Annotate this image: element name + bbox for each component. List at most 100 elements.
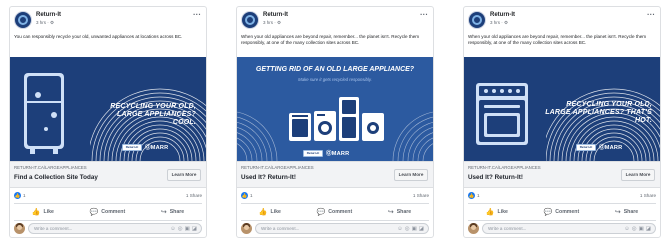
comment-tools: ☺ ◎ ▣ ◪	[170, 225, 197, 233]
comment-button[interactable]: 💬 Comment	[544, 208, 580, 216]
post-actions: 👍 Like 💬 Comment ↪ Share	[468, 206, 656, 218]
reactions-bar: 👍 1 1 Share	[468, 192, 656, 200]
share-count[interactable]: 1 Share	[413, 193, 429, 198]
thumbs-up-icon: 👍	[31, 209, 41, 216]
post-time[interactable]: 3 hrs · ⚙	[263, 20, 281, 26]
user-avatar[interactable]	[468, 223, 479, 234]
share-label: Share	[169, 209, 185, 215]
page-avatar[interactable]	[468, 11, 486, 29]
link-headline[interactable]: Used It? Return-It!	[241, 174, 296, 181]
post-card-2: Return-It 3 hrs · ⚙ ··· When your old ap…	[236, 6, 434, 238]
sticker-icon[interactable]: ◪	[419, 225, 424, 233]
comment-input[interactable]: Write a comment... ☺ ◎ ▣ ◪	[255, 223, 429, 234]
post-actions: 👍 Like 💬 Comment ↪ Share	[14, 206, 202, 218]
like-button[interactable]: 👍 Like	[486, 208, 508, 216]
link-preview[interactable]: RETURN-IT.CA/LARGEAPPLIANCES Used It? Re…	[237, 161, 433, 188]
like-reaction-icon[interactable]: 👍	[14, 192, 21, 199]
ad-headline: RECYCLING YOUR OLD, LARGE APPLIANCES? TH…	[545, 101, 652, 124]
return-it-badge: Return-It	[303, 149, 323, 157]
camera-icon[interactable]: ◎	[178, 225, 183, 233]
ad-image[interactable]: GETTING RID OF AN OLD LARGE APPLIANCE? M…	[237, 57, 433, 161]
post-header: Return-It 3 hrs · ⚙ ···	[241, 11, 429, 31]
like-count[interactable]: 1	[23, 193, 26, 198]
share-arrow-icon: ↪	[614, 209, 621, 216]
gif-icon[interactable]: ▣	[185, 225, 190, 233]
post-text: When your old appliances are beyond repa…	[468, 34, 647, 45]
more-dots-icon[interactable]: ···	[647, 11, 655, 19]
post-card-3: Return-It 3 hrs · ⚙ ··· When your old ap…	[463, 6, 661, 238]
post-time[interactable]: 3 hrs · ⚙	[36, 20, 54, 26]
reactions-bar: 👍 1 1 Share	[241, 192, 429, 200]
marr-logo: ⓄMARR	[145, 145, 169, 151]
comment-input[interactable]: Write a comment... ☺ ◎ ▣ ◪	[482, 223, 656, 234]
speech-bubble-icon: 💬	[89, 209, 99, 216]
comment-input[interactable]: Write a comment... ☺ ◎ ▣ ◪	[28, 223, 202, 234]
link-headline[interactable]: Find a Collection Site Today	[14, 174, 98, 181]
return-it-badge: Return-It	[122, 143, 142, 151]
speech-bubble-icon: 💬	[316, 209, 326, 216]
share-label: Share	[396, 209, 412, 215]
page-avatar[interactable]	[14, 11, 32, 29]
post-header: Return-It 3 hrs · ⚙ ···	[468, 11, 656, 31]
like-reaction-icon[interactable]: 👍	[241, 192, 248, 199]
gif-icon[interactable]: ▣	[639, 225, 644, 233]
share-button[interactable]: ↪ Share	[615, 208, 638, 216]
learn-more-button[interactable]: Learn More	[621, 169, 655, 181]
comment-button[interactable]: 💬 Comment	[90, 208, 126, 216]
post-time[interactable]: 3 hrs · ⚙	[490, 20, 508, 26]
emoji-icon[interactable]: ☺	[624, 225, 630, 233]
like-count[interactable]: 1	[477, 193, 480, 198]
link-preview[interactable]: RETURN-IT.CA/LARGEAPPLIANCES Used It? Re…	[464, 161, 660, 188]
like-count[interactable]: 1	[250, 193, 253, 198]
learn-more-button[interactable]: Learn More	[167, 169, 201, 181]
fridge-icon	[24, 73, 64, 154]
ad-headline: RECYCLING YOUR OLD, LARGE APPLIANCES? CO…	[110, 103, 196, 126]
reactions-bar: 👍 1 1 Share	[14, 192, 202, 200]
brand-logos: Return-It ⓄMARR	[122, 143, 168, 151]
comment-composer: Write a comment... ☺ ◎ ▣ ◪	[241, 223, 429, 235]
page-name[interactable]: Return-It	[490, 12, 515, 18]
page-name[interactable]: Return-It	[263, 12, 288, 18]
sticker-icon[interactable]: ◪	[192, 225, 197, 233]
like-label: Like	[270, 209, 281, 215]
ad-image[interactable]: RECYCLING YOUR OLD, LARGE APPLIANCES? TH…	[464, 57, 660, 161]
speech-bubble-icon: 💬	[543, 209, 553, 216]
share-label: Share	[623, 209, 639, 215]
share-button[interactable]: ↪ Share	[161, 208, 184, 216]
gif-icon[interactable]: ▣	[412, 225, 417, 233]
emoji-icon[interactable]: ☺	[170, 225, 176, 233]
like-reaction-icon[interactable]: 👍	[468, 192, 475, 199]
learn-more-button[interactable]: Learn More	[394, 169, 428, 181]
marr-logo: ⓄMARR	[599, 145, 623, 151]
camera-icon[interactable]: ◎	[632, 225, 637, 233]
link-domain: RETURN-IT.CA/LARGEAPPLIANCES	[468, 165, 541, 170]
more-dots-icon[interactable]: ···	[420, 11, 428, 19]
like-button[interactable]: 👍 Like	[32, 208, 54, 216]
sticker-icon[interactable]: ◪	[646, 225, 651, 233]
ad-image[interactable]: RECYCLING YOUR OLD, LARGE APPLIANCES? CO…	[10, 57, 206, 161]
marr-logo: ⓄMARR	[326, 151, 350, 157]
divider	[14, 203, 202, 204]
ad-subheadline: Make sure it gets recycled responsibly.	[298, 77, 372, 82]
camera-icon[interactable]: ◎	[405, 225, 410, 233]
comment-composer: Write a comment... ☺ ◎ ▣ ◪	[14, 223, 202, 235]
share-count[interactable]: 1 Share	[186, 193, 202, 198]
share-arrow-icon: ↪	[387, 209, 394, 216]
page-name[interactable]: Return-It	[36, 12, 61, 18]
like-button[interactable]: 👍 Like	[259, 208, 281, 216]
page-avatar[interactable]	[241, 11, 259, 29]
comment-composer: Write a comment... ☺ ◎ ▣ ◪	[468, 223, 656, 235]
user-avatar[interactable]	[14, 223, 25, 234]
user-avatar[interactable]	[241, 223, 252, 234]
link-preview[interactable]: RETURN-IT.CA/LARGEAPPLIANCES Find a Coll…	[10, 161, 206, 188]
emoji-icon[interactable]: ☺	[397, 225, 403, 233]
divider	[468, 203, 656, 204]
post-card-1: Return-It 3 hrs · ⚙ ··· You can responsi…	[9, 6, 207, 238]
comment-button[interactable]: 💬 Comment	[317, 208, 353, 216]
stove-icon	[476, 83, 528, 145]
link-headline[interactable]: Used It? Return-It!	[468, 174, 523, 181]
share-count[interactable]: 1 Share	[640, 193, 656, 198]
post-text: You can responsibly recycle your old, un…	[14, 34, 183, 39]
share-button[interactable]: ↪ Share	[388, 208, 411, 216]
more-dots-icon[interactable]: ···	[193, 11, 201, 19]
